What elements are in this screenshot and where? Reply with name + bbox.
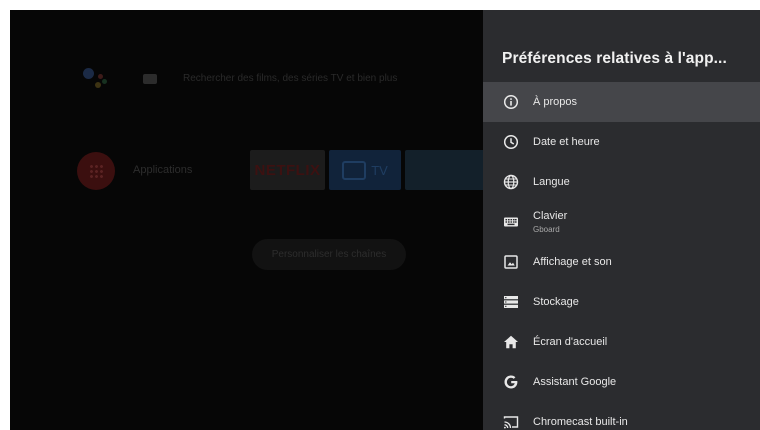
menu-item-label: Chromecast built-in bbox=[533, 416, 628, 428]
globe-icon bbox=[503, 174, 519, 190]
assistant-dot-green bbox=[102, 79, 107, 84]
settings-menu: À propos Date et heure Langue Clavier Gb… bbox=[483, 82, 760, 430]
home-icon bbox=[503, 334, 519, 350]
google-assistant-icon[interactable] bbox=[80, 65, 110, 93]
menu-item-about[interactable]: À propos bbox=[483, 82, 760, 122]
menu-item-sublabel: Gboard bbox=[533, 225, 560, 234]
assistant-dot-yellow bbox=[95, 82, 101, 88]
panel-title: Préférences relatives à l'app... bbox=[502, 50, 727, 67]
apps-label: Applications bbox=[133, 164, 193, 176]
customize-channels-button[interactable]: Personnaliser les chaînes bbox=[252, 239, 406, 270]
menu-item-google-assistant[interactable]: Assistant Google bbox=[483, 362, 760, 402]
tv-icon bbox=[342, 160, 367, 180]
google-icon bbox=[503, 374, 519, 390]
menu-item-chromecast[interactable]: Chromecast built-in bbox=[483, 402, 760, 430]
menu-item-label: Écran d'accueil bbox=[533, 336, 608, 348]
settings-panel: Préférences relatives à l'app... À propo… bbox=[483, 10, 760, 430]
netflix-tile[interactable]: NETFLIX bbox=[250, 150, 325, 190]
apps-button[interactable] bbox=[77, 152, 115, 190]
cast-icon bbox=[503, 414, 519, 430]
clock-icon bbox=[503, 134, 519, 150]
menu-item-date-time[interactable]: Date et heure bbox=[483, 122, 760, 162]
menu-item-language[interactable]: Langue bbox=[483, 162, 760, 202]
assistant-dot-red bbox=[98, 74, 103, 79]
menu-item-display-sound[interactable]: Affichage et son bbox=[483, 242, 760, 282]
search-hint-text[interactable]: Rechercher des films, des séries TV et b… bbox=[183, 73, 397, 84]
storage-icon bbox=[503, 294, 519, 310]
menu-item-label: Clavier bbox=[533, 210, 568, 222]
tv-app-tile[interactable]: TV bbox=[329, 150, 401, 190]
netflix-logo-text: NETFLIX bbox=[254, 161, 321, 179]
menu-item-keyboard[interactable]: Clavier Gboard bbox=[483, 202, 760, 242]
tv-screen: Rechercher des films, des séries TV et b… bbox=[10, 10, 760, 430]
tv-tile-label: TV bbox=[371, 162, 388, 178]
menu-item-label: Assistant Google bbox=[533, 376, 617, 388]
assistant-dot-blue bbox=[83, 68, 94, 79]
game-app-tile[interactable] bbox=[405, 150, 485, 190]
menu-item-label: Langue bbox=[533, 176, 570, 188]
menu-item-home-screen[interactable]: Écran d'accueil bbox=[483, 322, 760, 362]
menu-item-label: Stockage bbox=[533, 296, 579, 308]
menu-item-storage[interactable]: Stockage bbox=[483, 282, 760, 322]
info-icon bbox=[503, 94, 519, 110]
keyboard-icon bbox=[503, 214, 519, 230]
menu-item-label: Affichage et son bbox=[533, 256, 612, 268]
customize-channels-label: Personnaliser les chaînes bbox=[271, 249, 387, 260]
apps-grid-icon bbox=[89, 164, 103, 178]
search-keyboard-icon[interactable] bbox=[143, 74, 157, 84]
menu-item-label: À propos bbox=[533, 96, 578, 108]
display-icon bbox=[503, 254, 519, 270]
menu-item-label: Date et heure bbox=[533, 136, 600, 148]
